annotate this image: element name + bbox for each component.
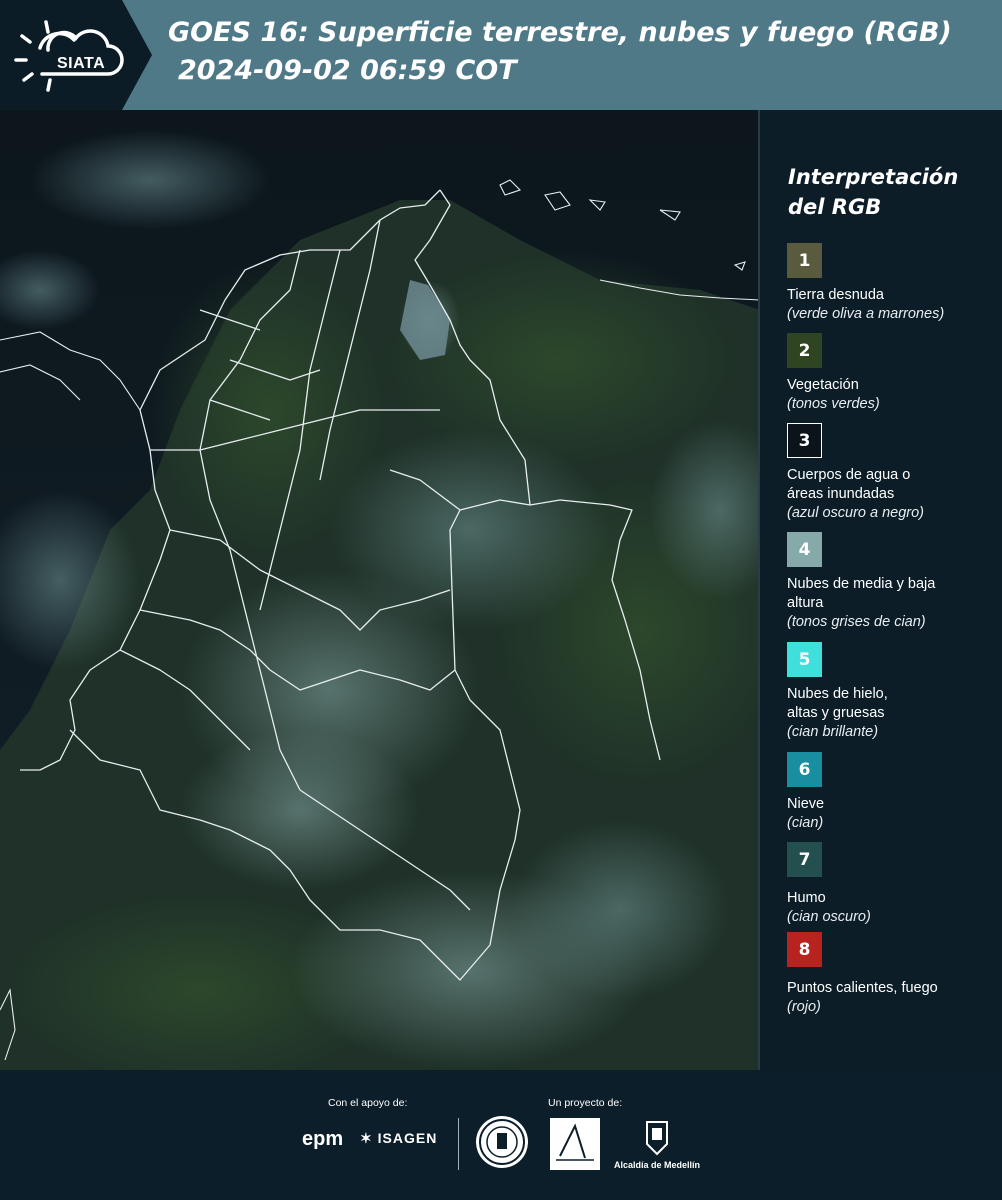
- isagen-logo: ✶ ISAGEN: [360, 1130, 437, 1147]
- siata-logo: SIATA: [8, 10, 138, 100]
- satellite-map: [0, 110, 760, 1070]
- legend-note: (cian): [787, 815, 824, 831]
- legend-note: (verde oliva a marrones): [787, 306, 945, 322]
- legend-label: Tierra desnuda: [787, 287, 884, 303]
- area-graphic: [556, 1123, 594, 1161]
- logo-text: SIATA: [57, 55, 106, 72]
- legend-item: 7 Humo (cian oscuro): [787, 842, 999, 927]
- legend-note: (tonos verdes): [787, 396, 880, 412]
- page-title: GOES 16: Superficie terrestre, nubes y f…: [168, 14, 952, 90]
- legend-swatch: 5: [787, 642, 822, 677]
- legend-swatch: 3: [787, 423, 822, 458]
- legend-label: Cuerpos de agua o áreas inundadas: [787, 467, 911, 502]
- legend-item: 1 Tierra desnuda (verde oliva a marrones…: [787, 243, 999, 324]
- legend-label: Nubes de hielo, altas y gruesas: [787, 686, 888, 721]
- legend-item: 4 Nubes de media y baja altura (tonos gr…: [787, 532, 999, 632]
- seal-graphic: [479, 1119, 525, 1165]
- isagen-icon: ✶: [360, 1130, 373, 1146]
- title-line-1: GOES 16: Superficie terrestre, nubes y f…: [168, 17, 952, 48]
- legend-item: 8 Puntos calientes, fuego (rojo): [787, 932, 999, 1017]
- project-caption: Un proyecto de:: [548, 1097, 623, 1109]
- footer: Con el apoyo de: Un proyecto de: epm ✶ I…: [0, 1070, 1002, 1200]
- legend-note: (azul oscuro a negro): [787, 505, 925, 521]
- alcaldia-text: Alcaldía de Medellín: [613, 1160, 701, 1170]
- isagen-text: ISAGEN: [377, 1130, 438, 1146]
- alcaldia-logo: Alcaldía de Medellín: [612, 1118, 702, 1174]
- legend-label: Nieve: [787, 796, 825, 812]
- legend-swatch: 6: [787, 752, 822, 787]
- legend-label: Humo: [787, 890, 826, 906]
- legend-swatch: 7: [787, 842, 822, 877]
- legend-label: Puntos calientes, fuego: [787, 980, 938, 996]
- legend-note: (rojo): [787, 999, 821, 1015]
- legend-label: Nubes de media y baja altura: [787, 576, 936, 611]
- alcaldia-shield-icon: [646, 1121, 668, 1156]
- title-line-2: 2024-09-02 06:59 COT: [178, 55, 517, 86]
- legend-panel: Interpretación del RGB 1 Tierra desnuda …: [760, 110, 1002, 1070]
- legend-item: 2 Vegetación (tonos verdes): [787, 333, 999, 414]
- legend-label: Vegetación: [787, 377, 859, 393]
- legend-item: 3 Cuerpos de agua o áreas inundadas (azu…: [787, 423, 999, 523]
- legend-note: (cian oscuro): [787, 909, 871, 925]
- legend-title: Interpretación del RGB: [788, 165, 959, 219]
- legend-note: (cian brillante): [787, 724, 879, 740]
- support-caption: Con el apoyo de:: [328, 1097, 408, 1109]
- legend-swatch: 1: [787, 243, 822, 278]
- legend-swatch: 2: [787, 333, 822, 368]
- footer-divider: [458, 1118, 459, 1170]
- epm-logo: epm: [302, 1128, 344, 1150]
- legend-note: (tonos grises de cian): [787, 614, 926, 630]
- legend-item: 6 Nieve (cian): [787, 752, 999, 833]
- map-image: [0, 110, 760, 1070]
- medellin-seal-icon: [476, 1116, 528, 1168]
- legend-swatch: 4: [787, 532, 822, 567]
- legend-item: 5 Nubes de hielo, altas y gruesas (cian …: [787, 642, 999, 742]
- legend-swatch: 8: [787, 932, 822, 967]
- header: SIATA GOES 16: Superficie terrestre, nub…: [0, 0, 1002, 110]
- area-metropolitana-logo: [550, 1118, 600, 1170]
